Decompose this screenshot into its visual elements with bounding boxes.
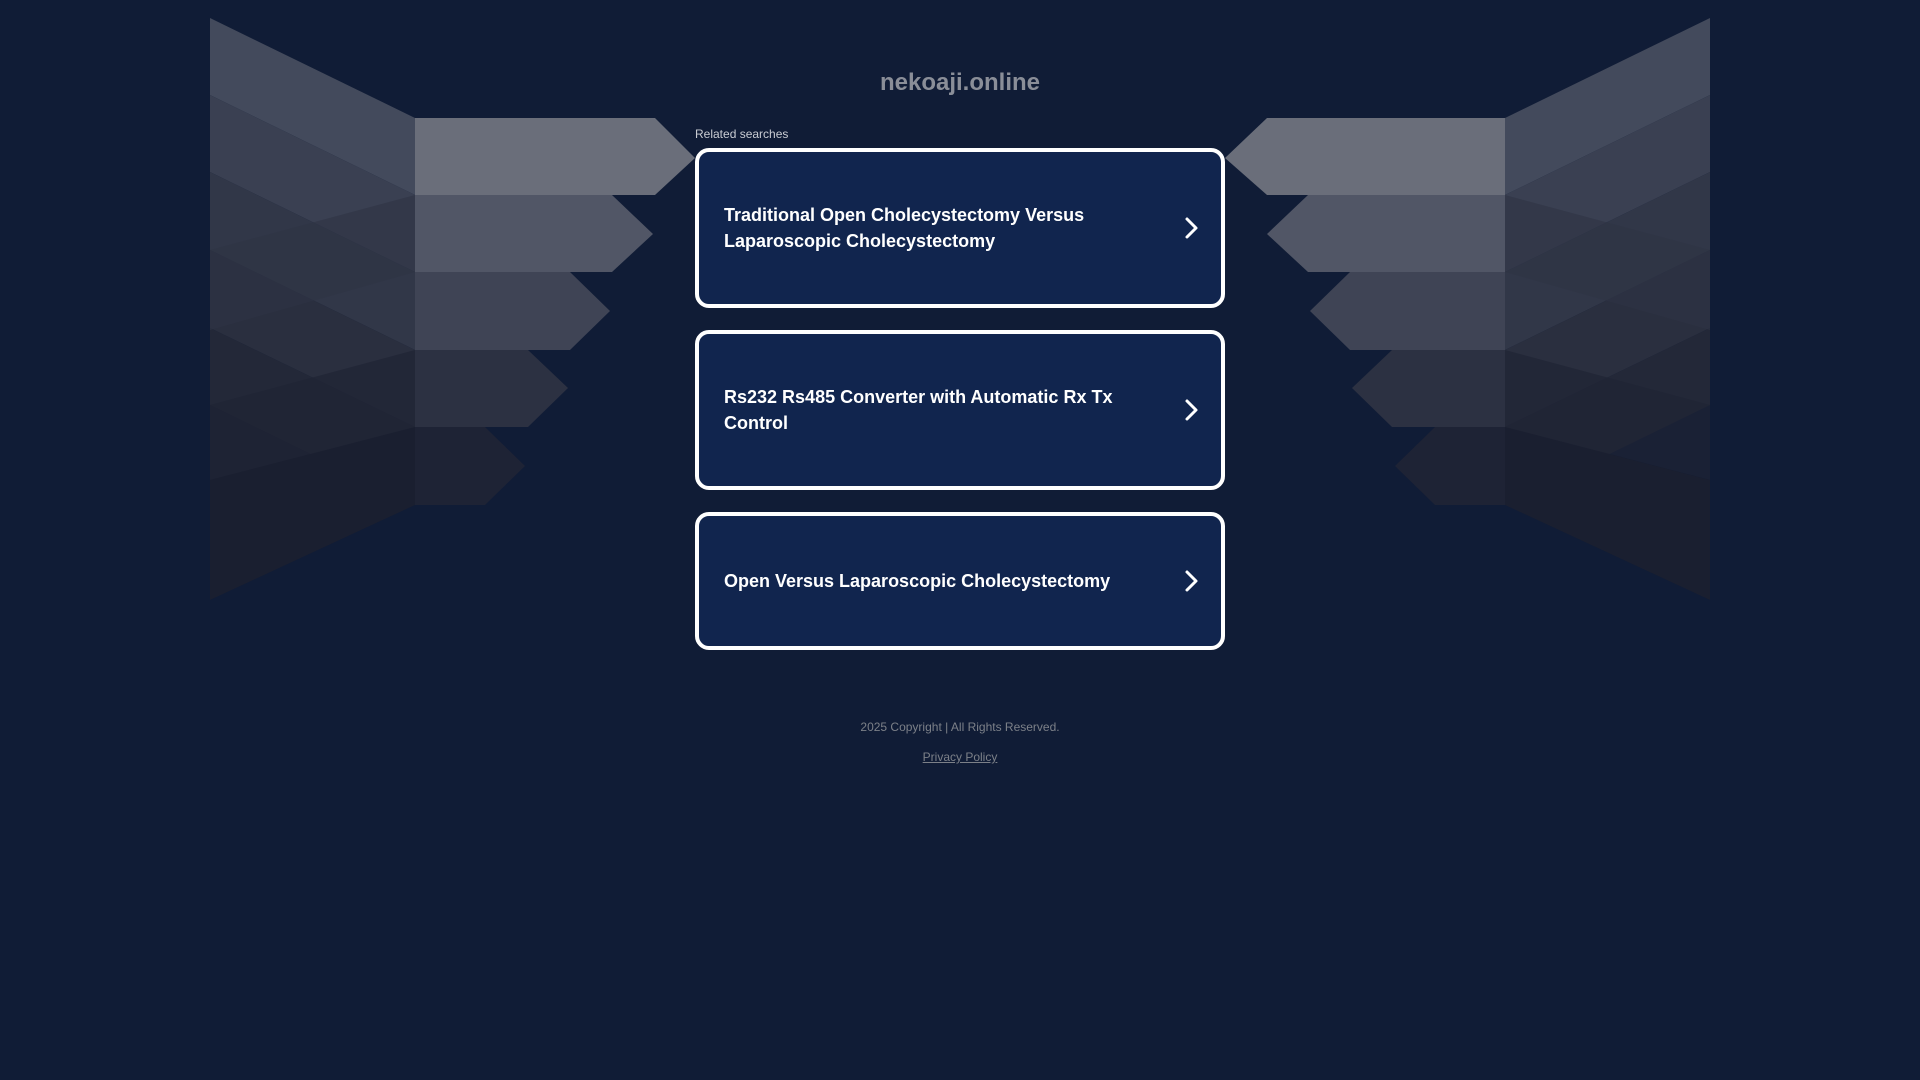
related-search-label: Open Versus Laparoscopic Cholecystectomy bbox=[724, 571, 1111, 591]
related-search-label: Rs232 Rs485 Converter with Automatic Rx … bbox=[724, 387, 1113, 433]
related-search-link[interactable]: Rs232 Rs485 Converter with Automatic Rx … bbox=[695, 330, 1225, 490]
parked-domain-page: nekoaji.online Related searches Traditio… bbox=[0, 0, 1920, 1080]
site-domain-title: nekoaji.online bbox=[879, 69, 1041, 96]
footer-privacy: Privacy Policy bbox=[0, 750, 1920, 764]
related-search-link[interactable]: Open Versus Laparoscopic Cholecystectomy bbox=[695, 512, 1225, 650]
privacy-policy-link[interactable]: Privacy Policy bbox=[923, 750, 998, 764]
related-search-label: Traditional Open Cholecystectomy Versus … bbox=[724, 205, 1085, 251]
chevron-right-icon bbox=[1185, 399, 1198, 421]
chevron-right-icon bbox=[1185, 570, 1198, 592]
related-searches-label: Related searches bbox=[695, 127, 789, 141]
footer-copyright: 2025 Copyright | All Rights Reserved. bbox=[860, 720, 1060, 734]
chevron-right-icon bbox=[1185, 217, 1198, 239]
related-search-link[interactable]: Traditional Open Cholecystectomy Versus … bbox=[695, 148, 1225, 308]
